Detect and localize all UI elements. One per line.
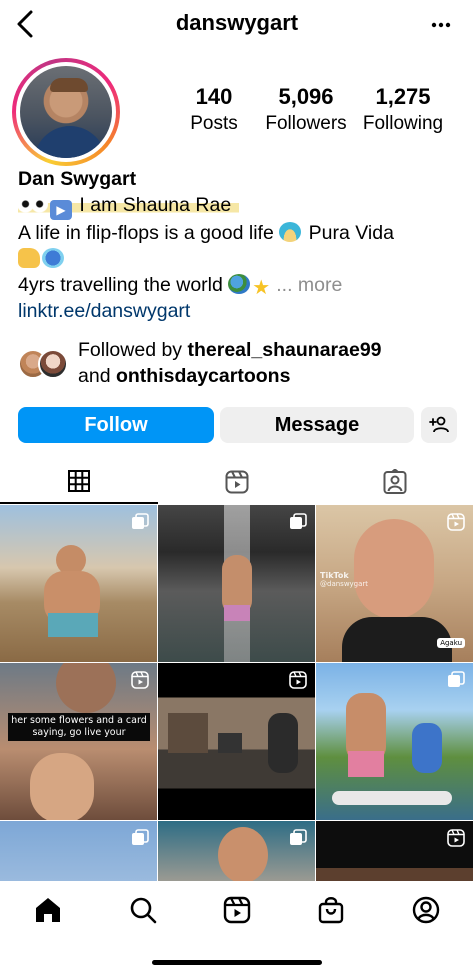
carousel-icon: [290, 513, 307, 529]
more-horizontal-icon[interactable]: [430, 14, 452, 36]
following-label: Following: [362, 113, 444, 134]
star-emoji-icon: ★: [252, 277, 271, 299]
posts-label: Posts: [190, 113, 238, 134]
post-grid: TikTok @danswygart Agaku her some flowers…: [0, 505, 474, 881]
carousel-icon: [448, 671, 465, 687]
tiktok-watermark: TikTok @danswygart: [320, 571, 369, 588]
grid-post[interactable]: [316, 821, 473, 881]
highlighted-text: ▶ I am Shauna Rae: [18, 194, 240, 220]
bio-line-3: 4yrs travelling the world ★... more: [18, 272, 458, 298]
reels-icon: [131, 671, 149, 689]
posts-stat[interactable]: 140 Posts: [180, 84, 248, 138]
surfer-emoji-icon: [42, 248, 64, 268]
grid-icon: [68, 470, 90, 492]
play-button-emoji-icon: ▶: [50, 200, 72, 220]
follower-avatar: [38, 349, 68, 379]
mutual-user-1[interactable]: thereal_shaunarae99: [187, 339, 381, 361]
reels-icon: [447, 829, 465, 847]
shopping-bag-icon[interactable]: [316, 895, 346, 925]
add-person-icon: [429, 416, 449, 433]
tagged-person-icon: [383, 469, 407, 494]
story-ring[interactable]: [12, 58, 120, 166]
tab-reels[interactable]: [158, 460, 316, 504]
profile-actions: Follow Message: [18, 407, 458, 443]
grid-post[interactable]: [158, 663, 315, 820]
mutual-user-2[interactable]: onthisdaycartoons: [116, 365, 290, 387]
profile-tabs: [0, 460, 474, 504]
bio-line-2-emojis: [18, 246, 458, 272]
profile-username: danswygart: [175, 10, 299, 35]
carousel-icon: [132, 513, 149, 529]
bio-line-1: ▶ I am Shauna Rae: [18, 192, 458, 220]
bio-line-2: A life in flip-flops is a good life Pura…: [18, 220, 458, 246]
profile-stats: 140 Posts 5,096 Followers 1,275 Followin…: [180, 84, 470, 138]
grid-post[interactable]: [0, 505, 157, 662]
globe-emoji-icon: [228, 274, 251, 294]
grid-post[interactable]: [0, 821, 157, 881]
avatar: [20, 66, 112, 158]
carousel-icon: [132, 829, 149, 845]
bio-line-2-text: A life in flip-flops is a good life: [18, 222, 274, 244]
eyes-emoji-icon: [18, 194, 48, 214]
grid-post[interactable]: [158, 821, 315, 881]
top-bar: danswygart: [0, 0, 474, 50]
reels-icon: [225, 470, 249, 494]
bio-line-2-suffix: Pura Vida: [308, 222, 394, 244]
carousel-icon: [290, 829, 307, 845]
search-icon[interactable]: [128, 895, 158, 925]
followers-count: 5,096: [278, 84, 334, 109]
thumbs-up-emoji-icon: [18, 248, 40, 268]
bio-link[interactable]: linktr.ee/danswygart: [18, 298, 458, 324]
followers-stat[interactable]: 5,096 Followers: [260, 84, 352, 138]
home-icon[interactable]: [33, 895, 63, 925]
grid-post[interactable]: [316, 663, 473, 820]
bio-more-link[interactable]: ... more: [276, 274, 342, 296]
home-indicator: [152, 960, 322, 965]
followed-by-text: Followed by thereal_shaunarae99 and onth…: [78, 339, 382, 387]
profile-icon[interactable]: [411, 895, 441, 925]
desert-island-emoji-icon: [279, 222, 302, 242]
reels-icon: [289, 671, 307, 689]
bio-line-1-text: I am Shauna Rae: [79, 194, 232, 216]
follow-button[interactable]: Follow: [18, 407, 214, 443]
grid-post[interactable]: [158, 505, 315, 662]
following-stat[interactable]: 1,275 Following: [356, 84, 450, 138]
location-tag: Agaku: [437, 638, 465, 648]
reels-icon[interactable]: [222, 895, 252, 925]
display-name: Dan Swygart: [18, 168, 137, 190]
message-button[interactable]: Message: [220, 407, 414, 443]
bottom-nav: [0, 881, 474, 973]
reels-icon: [447, 513, 465, 531]
posts-count: 140: [195, 84, 233, 109]
video-caption: her some flowers and a card saying, go l…: [8, 713, 150, 741]
tab-grid[interactable]: [0, 460, 158, 504]
profile-bio: Dan Swygart ▶ I am Shauna Rae A life in …: [18, 166, 458, 324]
following-count: 1,275: [375, 84, 431, 109]
followers-label: Followers: [265, 113, 347, 134]
grid-post[interactable]: TikTok @danswygart Agaku: [316, 505, 473, 662]
tab-tagged[interactable]: [316, 460, 474, 504]
grid-post[interactable]: her some flowers and a card saying, go l…: [0, 663, 157, 820]
add-person-button[interactable]: [421, 407, 457, 443]
bio-line-3-text: 4yrs travelling the world: [18, 274, 223, 296]
